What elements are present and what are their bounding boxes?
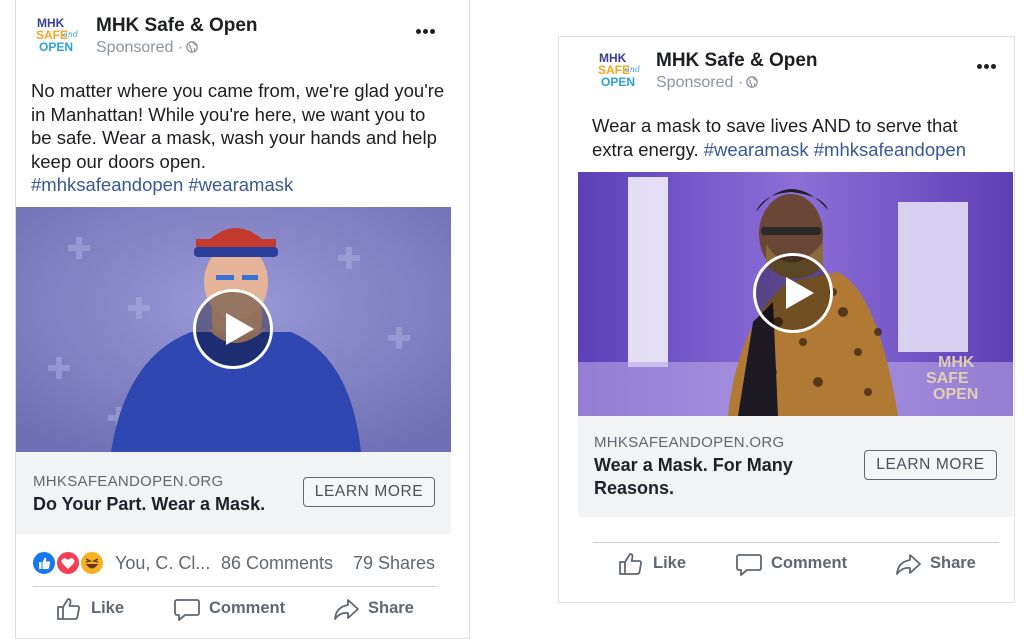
sponsored-label: Sponsored · (656, 74, 759, 92)
sponsored-text: Sponsored · (656, 74, 744, 91)
post-text: No matter where you came from, we're gla… (31, 79, 451, 197)
more-options-icon[interactable] (414, 26, 438, 38)
sponsored-label: Sponsored · (96, 39, 199, 57)
watermark-line2: SAFE (926, 370, 969, 387)
svg-text:OPEN: OPEN (601, 75, 635, 89)
shares-count[interactable]: 79 Shares (353, 553, 435, 574)
action-bar: Like Comment Share (16, 590, 451, 626)
video-thumbnail[interactable]: MHK SAFE OPEN (578, 172, 1013, 416)
action-bar: Like Comment Share (559, 545, 1016, 581)
globe-icon (186, 40, 199, 53)
comment-label: Comment (771, 554, 848, 572)
comment-label: Comment (209, 599, 286, 617)
share-arrow-icon (896, 554, 921, 575)
share-label: Share (368, 599, 414, 617)
page-name[interactable]: MHK Safe & Open (656, 50, 818, 72)
page-avatar-logo[interactable]: MHK SAFE and OPEN (596, 49, 644, 89)
thumbs-up-icon (619, 553, 642, 575)
comment-icon (736, 554, 762, 576)
post-body: No matter where you came from, we're gla… (31, 80, 445, 172)
reactions-summary[interactable]: You, C. Cl... (31, 550, 231, 576)
link-domain: MHKSAFEANDOPEN.ORG (594, 434, 785, 451)
share-label: Share (930, 554, 976, 572)
post-hashtags[interactable]: #wearamask #mhksafeandopen (704, 139, 966, 160)
link-preview[interactable]: MHKSAFEANDOPEN.ORG Do Your Part. Wear a … (16, 452, 451, 534)
post-hashtags[interactable]: #mhksafeandopen #wearamask (31, 174, 293, 195)
like-reaction-icon (31, 550, 57, 576)
haha-reaction-icon (79, 550, 105, 576)
watermark-line3: OPEN (933, 386, 978, 403)
ad-post-1: MHK SAFE and OPEN MHK Safe & Open Sponso… (15, 0, 470, 639)
divider (33, 586, 437, 587)
link-domain: MHKSAFEANDOPEN.ORG (33, 473, 224, 490)
play-button-icon[interactable] (753, 253, 833, 333)
love-reaction-icon (55, 550, 81, 576)
link-preview[interactable]: MHKSAFEANDOPEN.ORG Wear a Mask. For Many… (578, 416, 1013, 517)
more-options-icon[interactable] (975, 61, 999, 73)
play-button-icon[interactable] (193, 289, 273, 369)
page-name[interactable]: MHK Safe & Open (96, 15, 258, 37)
comments-count[interactable]: 86 Comments (221, 553, 333, 574)
video-thumbnail[interactable] (16, 207, 451, 452)
svg-text:and: and (63, 30, 78, 39)
post-header: MHK SAFE and OPEN MHK Safe & Open Sponso… (559, 37, 1014, 97)
divider (593, 542, 999, 543)
learn-more-button[interactable]: LEARN MORE (303, 477, 435, 507)
svg-text:OPEN: OPEN (39, 40, 73, 54)
comment-icon (174, 599, 200, 621)
globe-icon (746, 75, 759, 88)
post-header: MHK SAFE and OPEN MHK Safe & Open Sponso… (16, 0, 469, 60)
thumbs-up-icon (57, 598, 80, 620)
watermark-line1: MHK (938, 354, 975, 371)
like-label: Like (91, 599, 125, 617)
ad-post-2: MHK SAFE and OPEN MHK Safe & Open Sponso… (558, 36, 1015, 603)
link-headline: Wear a Mask. For Many Reasons. (594, 455, 793, 498)
learn-more-button[interactable]: LEARN MORE (864, 450, 997, 480)
like-label: Like (653, 554, 687, 572)
post-text: Wear a mask to save lives AND to serve t… (592, 114, 1002, 161)
reaction-names[interactable]: You, C. Cl... (115, 553, 210, 574)
page-avatar-logo[interactable]: MHK SAFE and OPEN (34, 14, 82, 54)
link-headline: Do Your Part. Wear a Mask. (33, 494, 266, 514)
svg-text:and: and (625, 65, 640, 74)
sponsored-text: Sponsored · (96, 39, 184, 56)
share-arrow-icon (334, 599, 359, 620)
